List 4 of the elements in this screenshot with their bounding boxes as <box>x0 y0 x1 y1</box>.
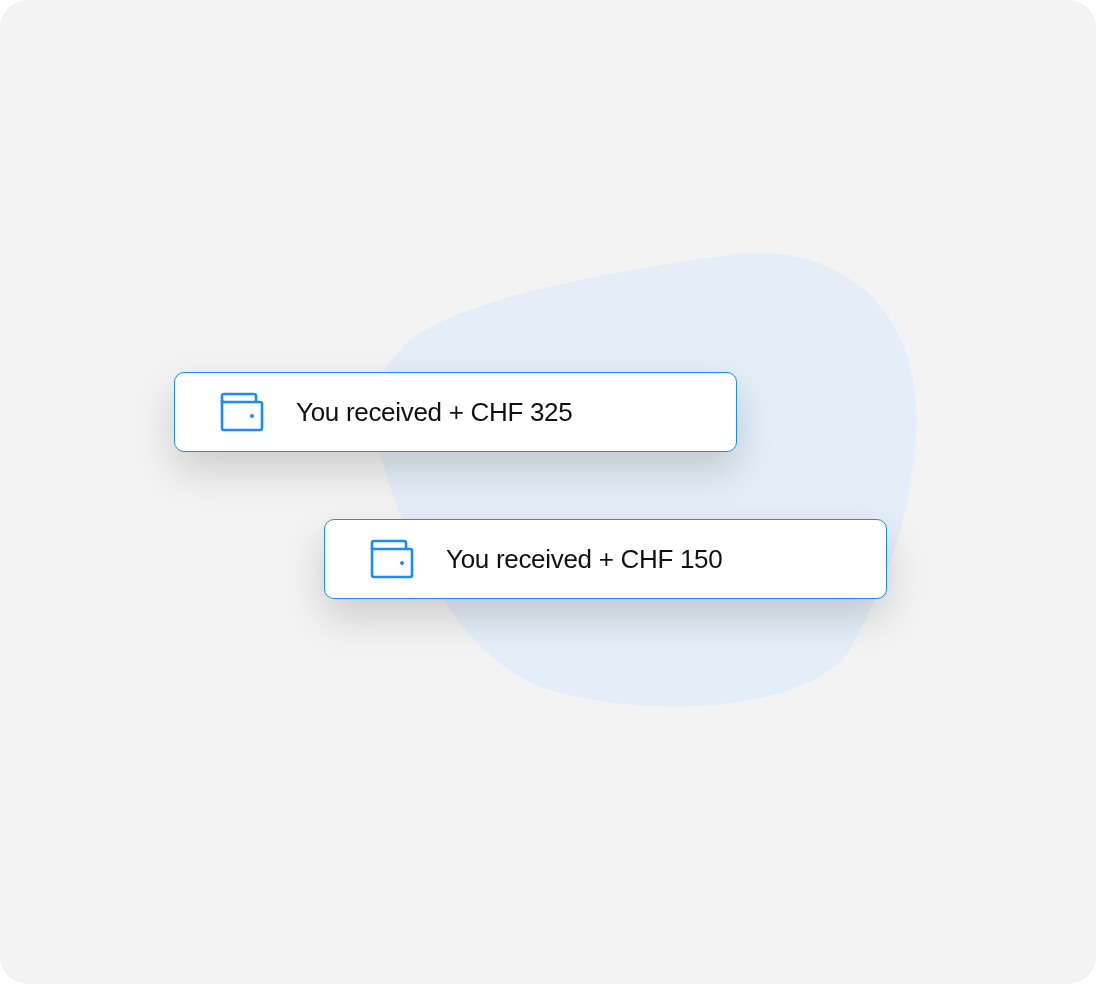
notification-text: You received + CHF 150 <box>446 542 723 576</box>
wallet-icon <box>220 392 264 432</box>
notification-text: You received + CHF 325 <box>296 395 573 429</box>
wallet-icon <box>370 539 414 579</box>
